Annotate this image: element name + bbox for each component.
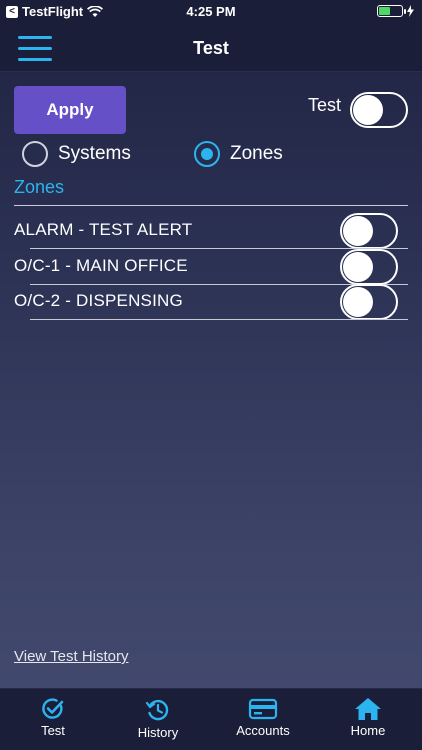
zone-toggle[interactable] bbox=[340, 284, 398, 320]
radio-systems-circle[interactable] bbox=[22, 141, 48, 167]
section-divider bbox=[14, 205, 408, 206]
tab-home-label: Home bbox=[350, 723, 386, 738]
toggle-knob bbox=[343, 216, 373, 246]
charging-bolt-icon bbox=[407, 5, 414, 17]
toggle-knob bbox=[343, 252, 373, 282]
tab-history-label: History bbox=[137, 725, 179, 740]
mode-radio-group: Systems Zones bbox=[0, 141, 422, 171]
zone-toggle[interactable] bbox=[340, 249, 398, 285]
credit-card-icon bbox=[248, 698, 278, 720]
home-icon bbox=[355, 698, 381, 720]
navigation-bar: Test bbox=[0, 24, 422, 72]
status-right bbox=[377, 5, 414, 17]
zone-row: O/C-2 - DISPENSING bbox=[14, 284, 408, 320]
tab-bar: Test History Accounts Home bbox=[0, 688, 422, 750]
apply-button[interactable]: Apply bbox=[14, 86, 126, 134]
history-icon bbox=[145, 699, 169, 721]
tab-accounts-label: Accounts bbox=[236, 723, 290, 738]
page-title: Test bbox=[193, 38, 229, 58]
toggle-knob bbox=[343, 287, 373, 317]
zones-section-title: Zones bbox=[14, 177, 65, 197]
tab-test-label: Test bbox=[41, 723, 65, 738]
tab-history[interactable]: History bbox=[113, 697, 203, 740]
radio-zones-circle[interactable] bbox=[194, 141, 220, 167]
radio-systems[interactable]: Systems bbox=[22, 141, 131, 167]
tab-test[interactable]: Test bbox=[8, 697, 98, 738]
zone-toggle[interactable] bbox=[340, 213, 398, 249]
radio-zones-label: Zones bbox=[230, 143, 283, 164]
battery-level bbox=[379, 7, 390, 15]
toggle-knob bbox=[353, 95, 383, 125]
check-circle-icon bbox=[42, 698, 64, 719]
zone-label: O/C-1 - MAIN OFFICE bbox=[14, 256, 188, 275]
zone-label: O/C-2 - DISPENSING bbox=[14, 291, 183, 310]
radio-systems-label: Systems bbox=[58, 143, 131, 164]
row-divider bbox=[30, 319, 408, 320]
status-bar: < TestFlight 4:25 PM bbox=[0, 0, 422, 24]
tab-home[interactable]: Home bbox=[323, 697, 413, 738]
view-test-history-link[interactable]: View Test History bbox=[14, 648, 129, 665]
status-time: 4:25 PM bbox=[186, 4, 236, 19]
test-toggle-label: Test bbox=[308, 95, 342, 115]
battery-icon bbox=[377, 5, 406, 17]
zone-row: O/C-1 - MAIN OFFICE bbox=[14, 249, 408, 285]
zone-row: ALARM - TEST ALERT bbox=[14, 213, 408, 249]
test-mode-toggle[interactable] bbox=[350, 92, 408, 128]
radio-zones[interactable]: Zones bbox=[194, 141, 283, 167]
zone-label: ALARM - TEST ALERT bbox=[14, 220, 193, 239]
tab-accounts[interactable]: Accounts bbox=[218, 697, 308, 738]
